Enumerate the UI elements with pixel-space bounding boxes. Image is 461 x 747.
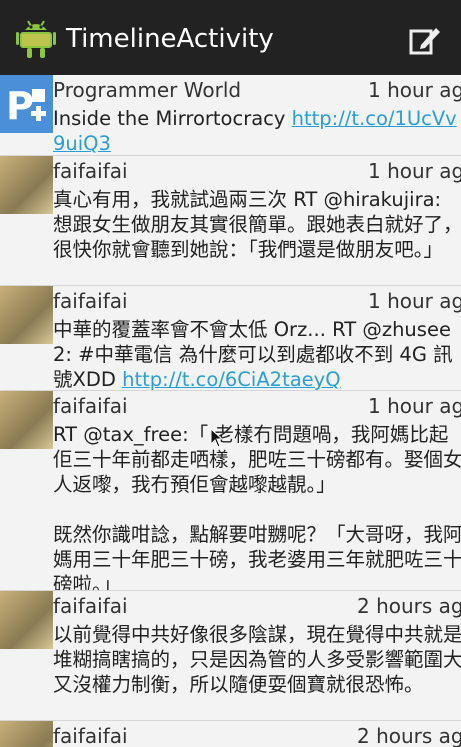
user-avatar [0,391,53,449]
tweet-row[interactable]: P Programmer World 1 hour ago Inside the… [0,75,461,155]
action-bar: TimelineActivity [0,0,461,75]
tweet-username: faifaifai [53,394,128,418]
tweet-text: 中華的覆蓋率會不會太低 Orz... RT @zhusee2: #中華電信 為什… [53,318,453,391]
user-avatar [0,156,53,214]
tweet-row[interactable]: faifaifai 1 hour ago RT @tax_free:「 老樣冇問… [0,390,461,591]
tweet-row[interactable]: faifaifai 2 hours ago 以前覺得中共好像很多陰謀，現在覺得中… [0,590,461,721]
user-avatar [0,591,53,649]
tweet-username: Programmer World [53,78,242,102]
tweet-username: faifaifai [53,594,128,618]
tweet-username: faifaifai [53,289,128,313]
tweet-time: 1 hour ago [368,289,461,313]
tweet-time: 1 hour ago [368,159,461,183]
tweet-time: 2 hours ago [357,724,461,747]
tweet-time: 1 hour ago [368,394,461,418]
tweet-text: 以前覺得中共好像很多陰謀，現在覺得中共就是堆糊搞瞎搞的，只是因為管的人多受影響範… [53,623,461,696]
android-robot-icon[interactable] [16,18,56,60]
app-title: TimelineActivity [66,24,274,54]
tweet-username: faifaifai [53,724,128,747]
tweet-row[interactable]: faifaifai 2 hours ago [0,720,461,747]
mouse-pointer-icon [210,428,224,448]
compose-edit-icon[interactable] [408,23,442,57]
tweet-text: Inside the Mirrortocracy http://t.co/1Uc… [53,107,457,155]
tweet-text: 真心有用，我就試過兩三次 RT @hirakujira: 想跟女生做朋友其實很簡… [53,188,461,261]
tweet-time: 1 hour ago [368,78,461,102]
user-avatar [0,721,53,747]
user-avatar [0,286,53,344]
svg-text:P: P [6,84,34,128]
tweet-text: RT @tax_free:「 老樣冇問題喎，我阿媽比起佢三十年前都走哂樣，肥咗三… [53,423,461,591]
tweet-time: 2 hours ago [357,594,461,618]
tweet-row[interactable]: faifaifai 1 hour ago 真心有用，我就試過兩三次 RT @hi… [0,155,461,286]
tweet-link[interactable]: http://t.co/6CiA2taeyQ [122,368,340,391]
p-plus-logo-avatar: P [0,75,53,133]
timeline-list[interactable]: P Programmer World 1 hour ago Inside the… [0,75,461,747]
tweet-username: faifaifai [53,159,128,183]
tweet-row[interactable]: faifaifai 1 hour ago 中華的覆蓋率會不會太低 Orz... … [0,285,461,391]
